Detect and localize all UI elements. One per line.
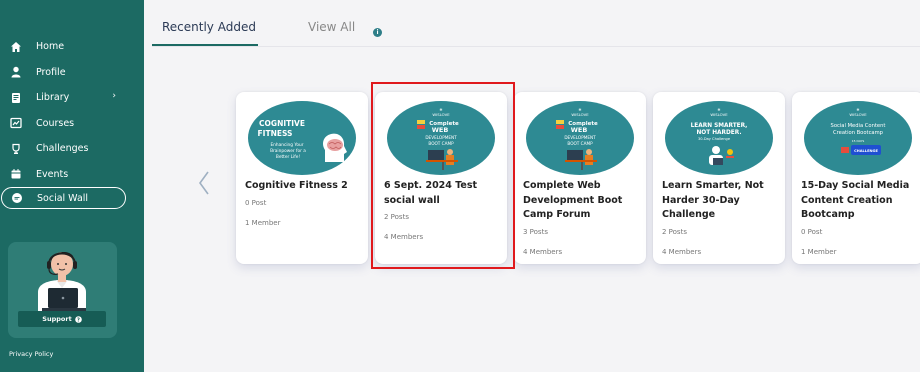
card-title: Cognitive Fitness 2 [245, 180, 348, 191]
svg-text:Brainpower for a: Brainpower for a [270, 148, 306, 154]
card-post-count: 0 Post [245, 199, 267, 207]
carousel-prev-icon[interactable] [196, 170, 212, 196]
sidebar-item-profile[interactable]: Profile [0, 60, 144, 86]
card-post-count: 0 Post [801, 228, 823, 236]
svg-text:DEVELOPMENT: DEVELOPMENT [564, 135, 596, 140]
svg-text:Enhancing Your: Enhancing Your [270, 142, 303, 148]
card-cover-image: COGNITIVE FITNESS Enhancing Your Brainpo… [248, 101, 356, 175]
svg-text:CHALLENGE: CHALLENGE [854, 149, 878, 153]
sidebar-item-social-wall[interactable]: Social Wall [1, 187, 126, 209]
sidebar-item-challenges[interactable]: Challenges [0, 136, 144, 162]
sidebar-item-label: Courses [36, 117, 75, 129]
svg-text:WISLOVE: WISLOVE [710, 112, 728, 117]
support-card: Support ? [8, 242, 117, 338]
tab-divider [152, 46, 920, 47]
card-post-count: 3 Posts [523, 228, 548, 236]
forum-card[interactable]: ❄ WISLOVE LEARN SMARTER, NOT HARDER. 30-… [653, 92, 785, 264]
card-cover-image: ❄ WISLOVE LEARN SMARTER, NOT HARDER. 30-… [665, 101, 773, 175]
sidebar-item-label: Challenges [36, 143, 89, 155]
forum-card[interactable]: COGNITIVE FITNESS Enhancing Your Brainpo… [236, 92, 368, 264]
chevron-right-icon: › [112, 91, 116, 101]
sidebar-item-label: Home [36, 41, 65, 53]
sidebar-item-library[interactable]: Library › [0, 85, 144, 111]
svg-text:LEARN SMARTER,: LEARN SMARTER, [691, 123, 748, 129]
highlight-box [371, 82, 515, 269]
svg-text:COGNITIVE: COGNITIVE [259, 119, 305, 128]
card-title: 15-Day Social Media Content Creation Boo… [801, 180, 910, 220]
sidebar-nav: Home Profile Library › Courses Challenge… [0, 34, 144, 209]
card-member-count: 1 Member [245, 219, 281, 227]
forum-card[interactable]: ❄ WISLOVE Social Media Content Creation … [792, 92, 920, 264]
support-agent-illustration [38, 251, 86, 312]
svg-text:WEB: WEB [571, 126, 588, 134]
card-title: Complete Web Development Boot Camp Forum [523, 180, 623, 220]
sidebar-item-label: Social Wall [37, 192, 89, 204]
card-post-count: 2 Posts [662, 228, 687, 236]
sidebar-item-courses[interactable]: Courses [0, 111, 144, 137]
card-cover-image: ❄ WISLOVE Social Media Content Creation … [804, 101, 912, 175]
tab-recently-added[interactable]: Recently Added [162, 20, 256, 34]
privacy-policy-link[interactable]: Privacy Policy [9, 350, 53, 358]
sidebar-item-label: Library [36, 92, 70, 104]
card-member-count: 4 Members [523, 248, 563, 256]
svg-text:15 DAYS: 15 DAYS [852, 139, 865, 143]
sidebar-item-label: Profile [36, 66, 66, 78]
svg-text:NOT HARDER.: NOT HARDER. [696, 130, 741, 136]
user-icon [9, 66, 22, 79]
svg-text:?: ? [77, 317, 80, 323]
sidebar-item-home[interactable]: Home [0, 34, 144, 60]
chat-icon [10, 192, 23, 205]
svg-text:Creation Bootcamp: Creation Bootcamp [833, 130, 884, 136]
courses-icon [9, 117, 22, 130]
calendar-icon [9, 168, 22, 181]
card-member-count: 4 Members [662, 248, 702, 256]
book-icon [9, 91, 22, 104]
svg-text:WISLOVE: WISLOVE [849, 112, 867, 117]
tab-view-all[interactable]: View All [308, 20, 355, 34]
sidebar: Home Profile Library › Courses Challenge… [0, 0, 144, 372]
svg-text:FITNESS: FITNESS [258, 129, 293, 138]
sidebar-item-events[interactable]: Events [0, 162, 144, 188]
support-label: Support [42, 315, 72, 323]
info-icon[interactable]: i [373, 28, 382, 37]
forum-card[interactable]: ❄ WISLOVE Complete WEB DEVELOPMENT BOOT … [514, 92, 646, 264]
card-cover-image: ❄ WISLOVE Complete WEB DEVELOPMENT BOOT … [526, 101, 634, 175]
sidebar-item-label: Events [36, 168, 69, 180]
svg-text:Social Media Content: Social Media Content [831, 123, 886, 129]
support-button[interactable]: Support ? [18, 311, 106, 327]
svg-text:30-Day Challenge: 30-Day Challenge [698, 137, 731, 141]
svg-text:WISLOVE: WISLOVE [571, 112, 589, 117]
card-member-count: 1 Member [801, 248, 837, 256]
card-title: Learn Smarter, Not Harder 30-Day Challen… [662, 180, 764, 220]
home-icon [9, 40, 22, 53]
trophy-icon [9, 142, 22, 155]
svg-text:BOOT CAMP: BOOT CAMP [567, 141, 593, 146]
svg-text:Better Life!: Better Life! [276, 154, 300, 160]
help-icon: ? [74, 315, 82, 323]
